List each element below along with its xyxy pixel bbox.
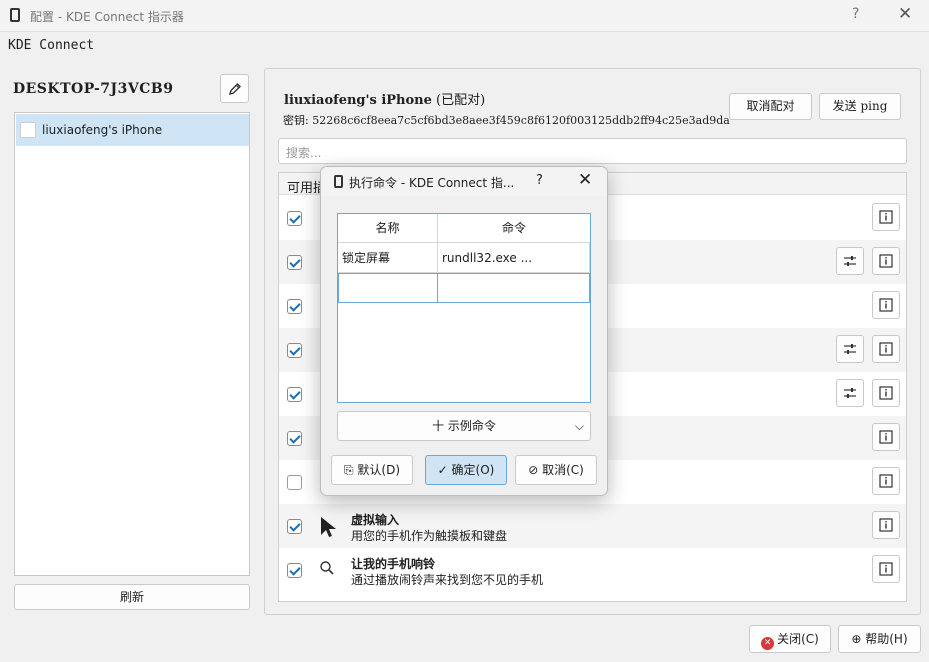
plugin-enable-checkbox[interactable] <box>287 299 302 314</box>
paired-status: (已配对) <box>436 93 486 108</box>
plugin-description: 用您的手机作为触摸板和键盘 <box>351 529 508 543</box>
cancel-button-label: 取消(C) <box>542 463 584 477</box>
ok-button-label: 确定(O) <box>451 463 495 477</box>
plugin-enable-checkbox[interactable] <box>287 431 302 446</box>
pencil-icon <box>228 83 241 96</box>
app-label: KDE Connect <box>8 38 95 53</box>
local-device-name: DESKTOP-7J3VCB9 <box>13 81 174 97</box>
plugin-about-button[interactable] <box>872 511 900 539</box>
help-button[interactable]: ⊕ 帮助(H) <box>838 625 921 653</box>
dialog-title: 执行命令 - KDE Connect 指... <box>349 176 515 190</box>
send-ping-button[interactable]: 发送 ping <box>819 93 901 120</box>
plugin-enable-checkbox[interactable] <box>287 563 302 578</box>
command-value-cell[interactable]: rundll32.exe ... <box>438 243 590 273</box>
run-command-dialog: 执行命令 - KDE Connect 指... ? ✕ 名称 命令 锁定屏幕 r… <box>320 166 608 496</box>
close-button-label: 关闭(C) <box>777 632 819 646</box>
plugin-name: 虚拟输入 <box>351 513 400 527</box>
device-title-name: liuxiaofeng's iPhone <box>284 93 432 108</box>
column-header-command[interactable]: 命令 <box>438 214 590 243</box>
info-icon <box>879 342 893 356</box>
plugin-row[interactable]: 虚拟输入用您的手机作为触摸板和键盘 <box>279 504 906 548</box>
window-close-button[interactable]: ✕ <box>898 4 912 24</box>
command-value-cell[interactable] <box>437 273 590 303</box>
settings-sliders-icon <box>844 256 856 266</box>
default-button[interactable]: ⎘ 默认(D) <box>331 455 413 485</box>
device-list-item[interactable]: liuxiaofeng's iPhone <box>16 114 249 146</box>
cancel-button[interactable]: ⊘ 取消(C) <box>515 455 597 485</box>
settings-sliders-icon <box>844 344 856 354</box>
phone-icon <box>10 8 20 22</box>
plugin-about-button[interactable] <box>872 467 900 495</box>
device-title: liuxiaofeng's iPhone (已配对) <box>284 89 485 108</box>
plugin-enable-checkbox[interactable] <box>287 475 302 490</box>
info-icon <box>879 562 893 576</box>
chevron-down-icon: ⌵ <box>574 419 584 433</box>
unpair-button[interactable]: 取消配对 <box>729 93 812 120</box>
column-header-name[interactable]: 名称 <box>338 214 438 243</box>
restore-icon: ⎘ <box>343 463 358 477</box>
plugin-search-input[interactable]: 搜索... <box>278 138 907 164</box>
search-icon <box>319 560 335 580</box>
device-icon <box>20 122 36 138</box>
refresh-button[interactable]: 刷新 <box>14 584 250 610</box>
plugin-about-button[interactable] <box>872 379 900 407</box>
plugin-about-button[interactable] <box>872 291 900 319</box>
settings-sliders-icon <box>844 388 856 398</box>
lifebuoy-icon: ⊕ <box>851 632 866 646</box>
info-icon <box>879 430 893 444</box>
info-icon <box>879 254 893 268</box>
plugin-enable-checkbox[interactable] <box>287 387 302 402</box>
plugin-row[interactable]: 让我的手机响铃通过播放闹铃声来找到您不见的手机 <box>279 548 906 592</box>
plugin-configure-button[interactable] <box>836 335 864 363</box>
cursor-icon <box>319 516 337 542</box>
plugin-about-button[interactable] <box>872 247 900 275</box>
plugin-about-button[interactable] <box>872 423 900 451</box>
dialog-help-button[interactable]: ? <box>536 173 543 188</box>
example-commands-dropdown[interactable]: 十 示例命令 ⌵ <box>337 411 591 441</box>
check-icon: ✓ <box>437 463 452 477</box>
device-list: liuxiaofeng's iPhone <box>14 112 250 576</box>
plugin-about-button[interactable] <box>872 555 900 583</box>
plugin-enable-checkbox[interactable] <box>287 255 302 270</box>
dialog-titlebar: 执行命令 - KDE Connect 指... ? ✕ <box>321 167 607 196</box>
plugin-name: 让我的手机响铃 <box>351 557 436 571</box>
cancel-icon: ⊘ <box>528 463 543 477</box>
close-icon: ✕ <box>761 637 775 650</box>
device-list-item-label: liuxiaofeng's iPhone <box>42 123 163 137</box>
window-titlebar: 配置 - KDE Connect 指示器 ? ✕ <box>0 0 929 32</box>
default-button-label: 默认(D) <box>357 463 401 477</box>
plugin-configure-button[interactable] <box>836 379 864 407</box>
plugin-about-button[interactable] <box>872 203 900 231</box>
plugin-configure-button[interactable] <box>836 247 864 275</box>
command-name-cell[interactable] <box>338 273 438 303</box>
window-title: 配置 - KDE Connect 指示器 <box>30 10 184 24</box>
search-placeholder: 搜索... <box>286 146 322 160</box>
info-icon <box>879 518 893 532</box>
example-commands-label: 十 示例命令 <box>432 419 496 433</box>
phone-icon <box>334 175 343 188</box>
info-icon <box>879 298 893 312</box>
plugin-enable-checkbox[interactable] <box>287 343 302 358</box>
info-icon <box>879 386 893 400</box>
plugin-enable-checkbox[interactable] <box>287 211 302 226</box>
help-button-label: 帮助(H) <box>865 632 908 646</box>
ok-button[interactable]: ✓ 确定(O) <box>425 455 507 485</box>
plugin-description: 通过播放闹铃声来找到您不见的手机 <box>351 573 544 587</box>
window-help-button[interactable]: ? <box>852 6 859 22</box>
plugin-enable-checkbox[interactable] <box>287 519 302 534</box>
device-key: 密钥: 52268c6cf8eea7c5cf6bd3e8aee3f459c8f6… <box>283 114 730 127</box>
close-button[interactable]: ✕ 关闭(C) <box>749 625 831 653</box>
plugin-about-button[interactable] <box>872 335 900 363</box>
info-icon <box>879 474 893 488</box>
command-table: 名称 命令 锁定屏幕 rundll32.exe ... <box>337 213 591 403</box>
dialog-close-button[interactable]: ✕ <box>578 170 592 190</box>
command-name-cell[interactable]: 锁定屏幕 <box>338 243 438 273</box>
info-icon <box>879 210 893 224</box>
rename-device-button[interactable] <box>220 74 249 103</box>
